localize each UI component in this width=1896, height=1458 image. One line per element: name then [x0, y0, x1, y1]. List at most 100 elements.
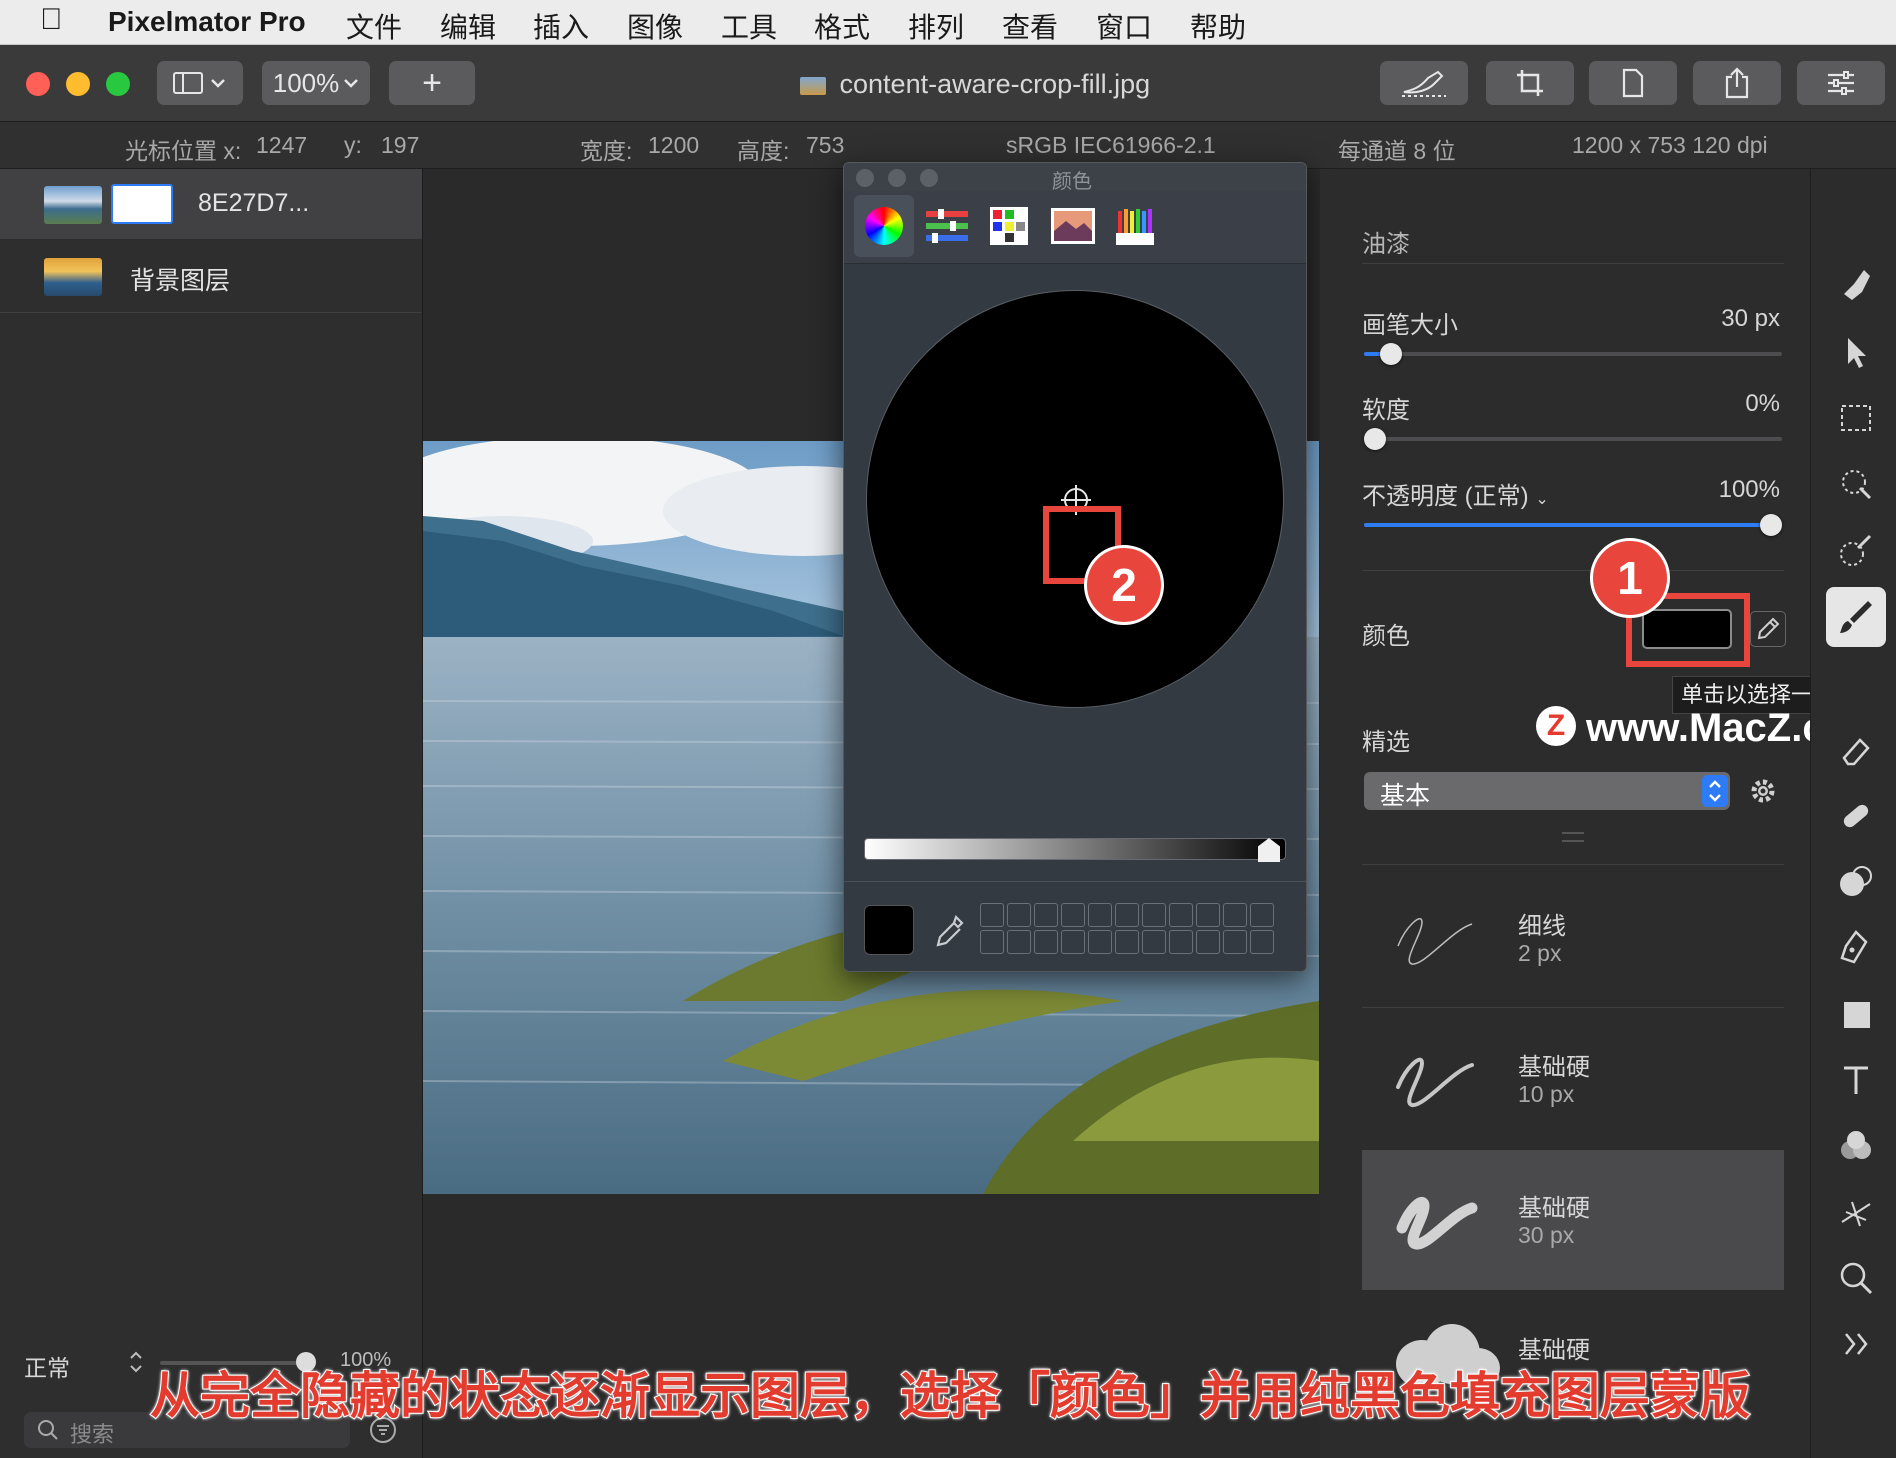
menu-tools[interactable]: 工具	[721, 6, 777, 46]
custom-swatch-slot[interactable]	[1088, 903, 1112, 927]
brush-preset-item[interactable]: 基础硬 10 px	[1362, 1009, 1784, 1149]
share-button[interactable]	[1693, 61, 1781, 105]
tab-color-sliders[interactable]	[924, 207, 970, 245]
brush-size-value[interactable]: 30 px	[1700, 305, 1780, 333]
tab-color-palettes[interactable]	[988, 205, 1030, 247]
eyedropper-icon[interactable]	[932, 913, 966, 951]
chevron-down-icon	[344, 79, 359, 88]
blend-mode-select[interactable]: 正常	[24, 1349, 70, 1383]
custom-swatch-slot[interactable]	[1088, 930, 1112, 954]
close-window-button[interactable]	[26, 72, 50, 96]
custom-swatch-slot[interactable]	[1034, 903, 1058, 927]
menu-app-name[interactable]: Pixelmator Pro	[108, 6, 306, 38]
repair-tool-icon[interactable]	[1836, 796, 1876, 836]
effects-tool-icon[interactable]	[1836, 1192, 1876, 1232]
opacity-value[interactable]: 100%	[1700, 476, 1780, 504]
menu-edit[interactable]: 编辑	[440, 6, 496, 46]
menu-window[interactable]: 窗口	[1096, 6, 1152, 46]
crop-button[interactable]	[1486, 61, 1574, 105]
menu-arrange[interactable]: 排列	[908, 6, 964, 46]
type-tool-icon[interactable]	[1836, 1060, 1876, 1100]
add-button[interactable]: +	[389, 61, 475, 105]
brush-preset-item[interactable]: 细线 2 px	[1362, 868, 1784, 1008]
gear-icon[interactable]	[1748, 776, 1778, 806]
opacity-slider-knob[interactable]	[1760, 514, 1782, 536]
minimize-window-button[interactable]	[66, 72, 90, 96]
quick-selection-tool-icon[interactable]	[1836, 464, 1876, 504]
custom-swatch-slot[interactable]	[1223, 903, 1247, 927]
custom-swatch-slot[interactable]	[1196, 930, 1220, 954]
custom-swatch-slot[interactable]	[1223, 930, 1247, 954]
custom-swatch-slot[interactable]	[1142, 903, 1166, 927]
selection-tool-icon[interactable]	[1836, 398, 1876, 438]
arrange-tool-icon[interactable]	[1836, 332, 1876, 372]
layer-row-mask[interactable]: 8E27D7...	[0, 169, 422, 239]
softness-slider[interactable]	[1364, 437, 1782, 441]
custom-swatch-slot[interactable]	[1115, 903, 1139, 927]
custom-swatch-slot[interactable]	[1169, 930, 1193, 954]
softness-label: 软度	[1362, 397, 1410, 424]
color-adjustments-tool-icon[interactable]	[1836, 1126, 1876, 1166]
menu-help[interactable]: 帮助	[1190, 6, 1246, 46]
presets-select[interactable]: 基本	[1364, 772, 1730, 810]
resize-handle[interactable]	[1562, 832, 1584, 842]
menu-image[interactable]: 图像	[627, 6, 683, 46]
adjustments-button[interactable]	[1797, 61, 1885, 105]
minimize-window-button[interactable]	[888, 169, 906, 187]
custom-swatch-slot[interactable]	[980, 903, 1004, 927]
menu-view[interactable]: 查看	[1002, 6, 1058, 46]
divider	[1362, 1007, 1784, 1008]
custom-swatch-slot[interactable]	[1169, 903, 1193, 927]
sidebar-toggle-button[interactable]	[157, 61, 243, 105]
color-wheel[interactable]	[866, 290, 1284, 708]
zoom-window-button[interactable]	[920, 169, 938, 187]
layer-row-background[interactable]: 背景图层	[0, 241, 422, 311]
menu-insert[interactable]: 插入	[533, 6, 589, 46]
tab-color-wheel[interactable]	[854, 195, 914, 257]
softness-value[interactable]: 0%	[1700, 390, 1780, 418]
color-mode-tabs	[844, 191, 1306, 264]
custom-swatch-slot[interactable]	[1142, 930, 1166, 954]
more-tools-icon[interactable]	[1836, 1324, 1876, 1364]
custom-swatch-slot[interactable]	[1007, 930, 1031, 954]
presets-select-stepper[interactable]	[1702, 775, 1728, 807]
tab-pencils[interactable]	[1114, 203, 1156, 247]
tab-image-palettes[interactable]	[1050, 207, 1096, 245]
brush-size-slider[interactable]	[1364, 352, 1782, 356]
zoom-select[interactable]: 100%	[262, 61, 370, 105]
paint-eyedropper-button[interactable]	[1750, 611, 1786, 647]
zoom-tool-icon[interactable]	[1836, 1258, 1876, 1298]
custom-swatch-slot[interactable]	[1007, 903, 1031, 927]
eraser-tool-icon[interactable]	[1836, 730, 1876, 770]
custom-swatch-slot[interactable]	[1196, 903, 1220, 927]
color-adjust-tool-icon[interactable]	[1836, 530, 1876, 570]
layer-mask-thumbnail[interactable]	[111, 184, 173, 224]
pen-tool-icon[interactable]	[1836, 928, 1876, 968]
brush-size-slider-knob[interactable]	[1379, 343, 1402, 365]
paint-tool-button-active[interactable]	[1826, 587, 1886, 647]
document-button[interactable]	[1589, 61, 1677, 105]
menu-file[interactable]: 文件	[346, 6, 402, 46]
tool-style-button[interactable]	[1380, 61, 1468, 105]
custom-swatch-slot[interactable]	[1061, 903, 1085, 927]
custom-swatch-slot[interactable]	[1250, 903, 1274, 927]
retouch-tool-icon[interactable]	[1836, 862, 1876, 902]
apple-icon[interactable]: 	[40, 3, 63, 37]
brightness-slider[interactable]	[864, 838, 1286, 860]
softness-slider-knob[interactable]	[1364, 428, 1386, 450]
close-window-button[interactable]	[856, 169, 874, 187]
menu-format[interactable]: 格式	[814, 6, 870, 46]
custom-swatch-slot[interactable]	[980, 930, 1004, 954]
hard-brush-stroke-icon	[1396, 1057, 1474, 1107]
zoom-window-button[interactable]	[106, 72, 130, 96]
style-tool-icon[interactable]	[1836, 264, 1876, 304]
custom-swatch-slot[interactable]	[1061, 930, 1085, 954]
brush-preset-item-selected[interactable]: 基础硬 30 px	[1362, 1150, 1784, 1290]
custom-swatch-slot[interactable]	[1250, 930, 1274, 954]
current-color-swatch[interactable]	[864, 905, 914, 955]
opacity-label[interactable]: 不透明度 (正常) ⌄	[1362, 476, 1549, 511]
eyedropper-icon	[1757, 617, 1780, 640]
custom-swatch-slot[interactable]	[1034, 930, 1058, 954]
custom-swatch-slot[interactable]	[1115, 930, 1139, 954]
shape-tool-icon[interactable]	[1836, 994, 1876, 1034]
